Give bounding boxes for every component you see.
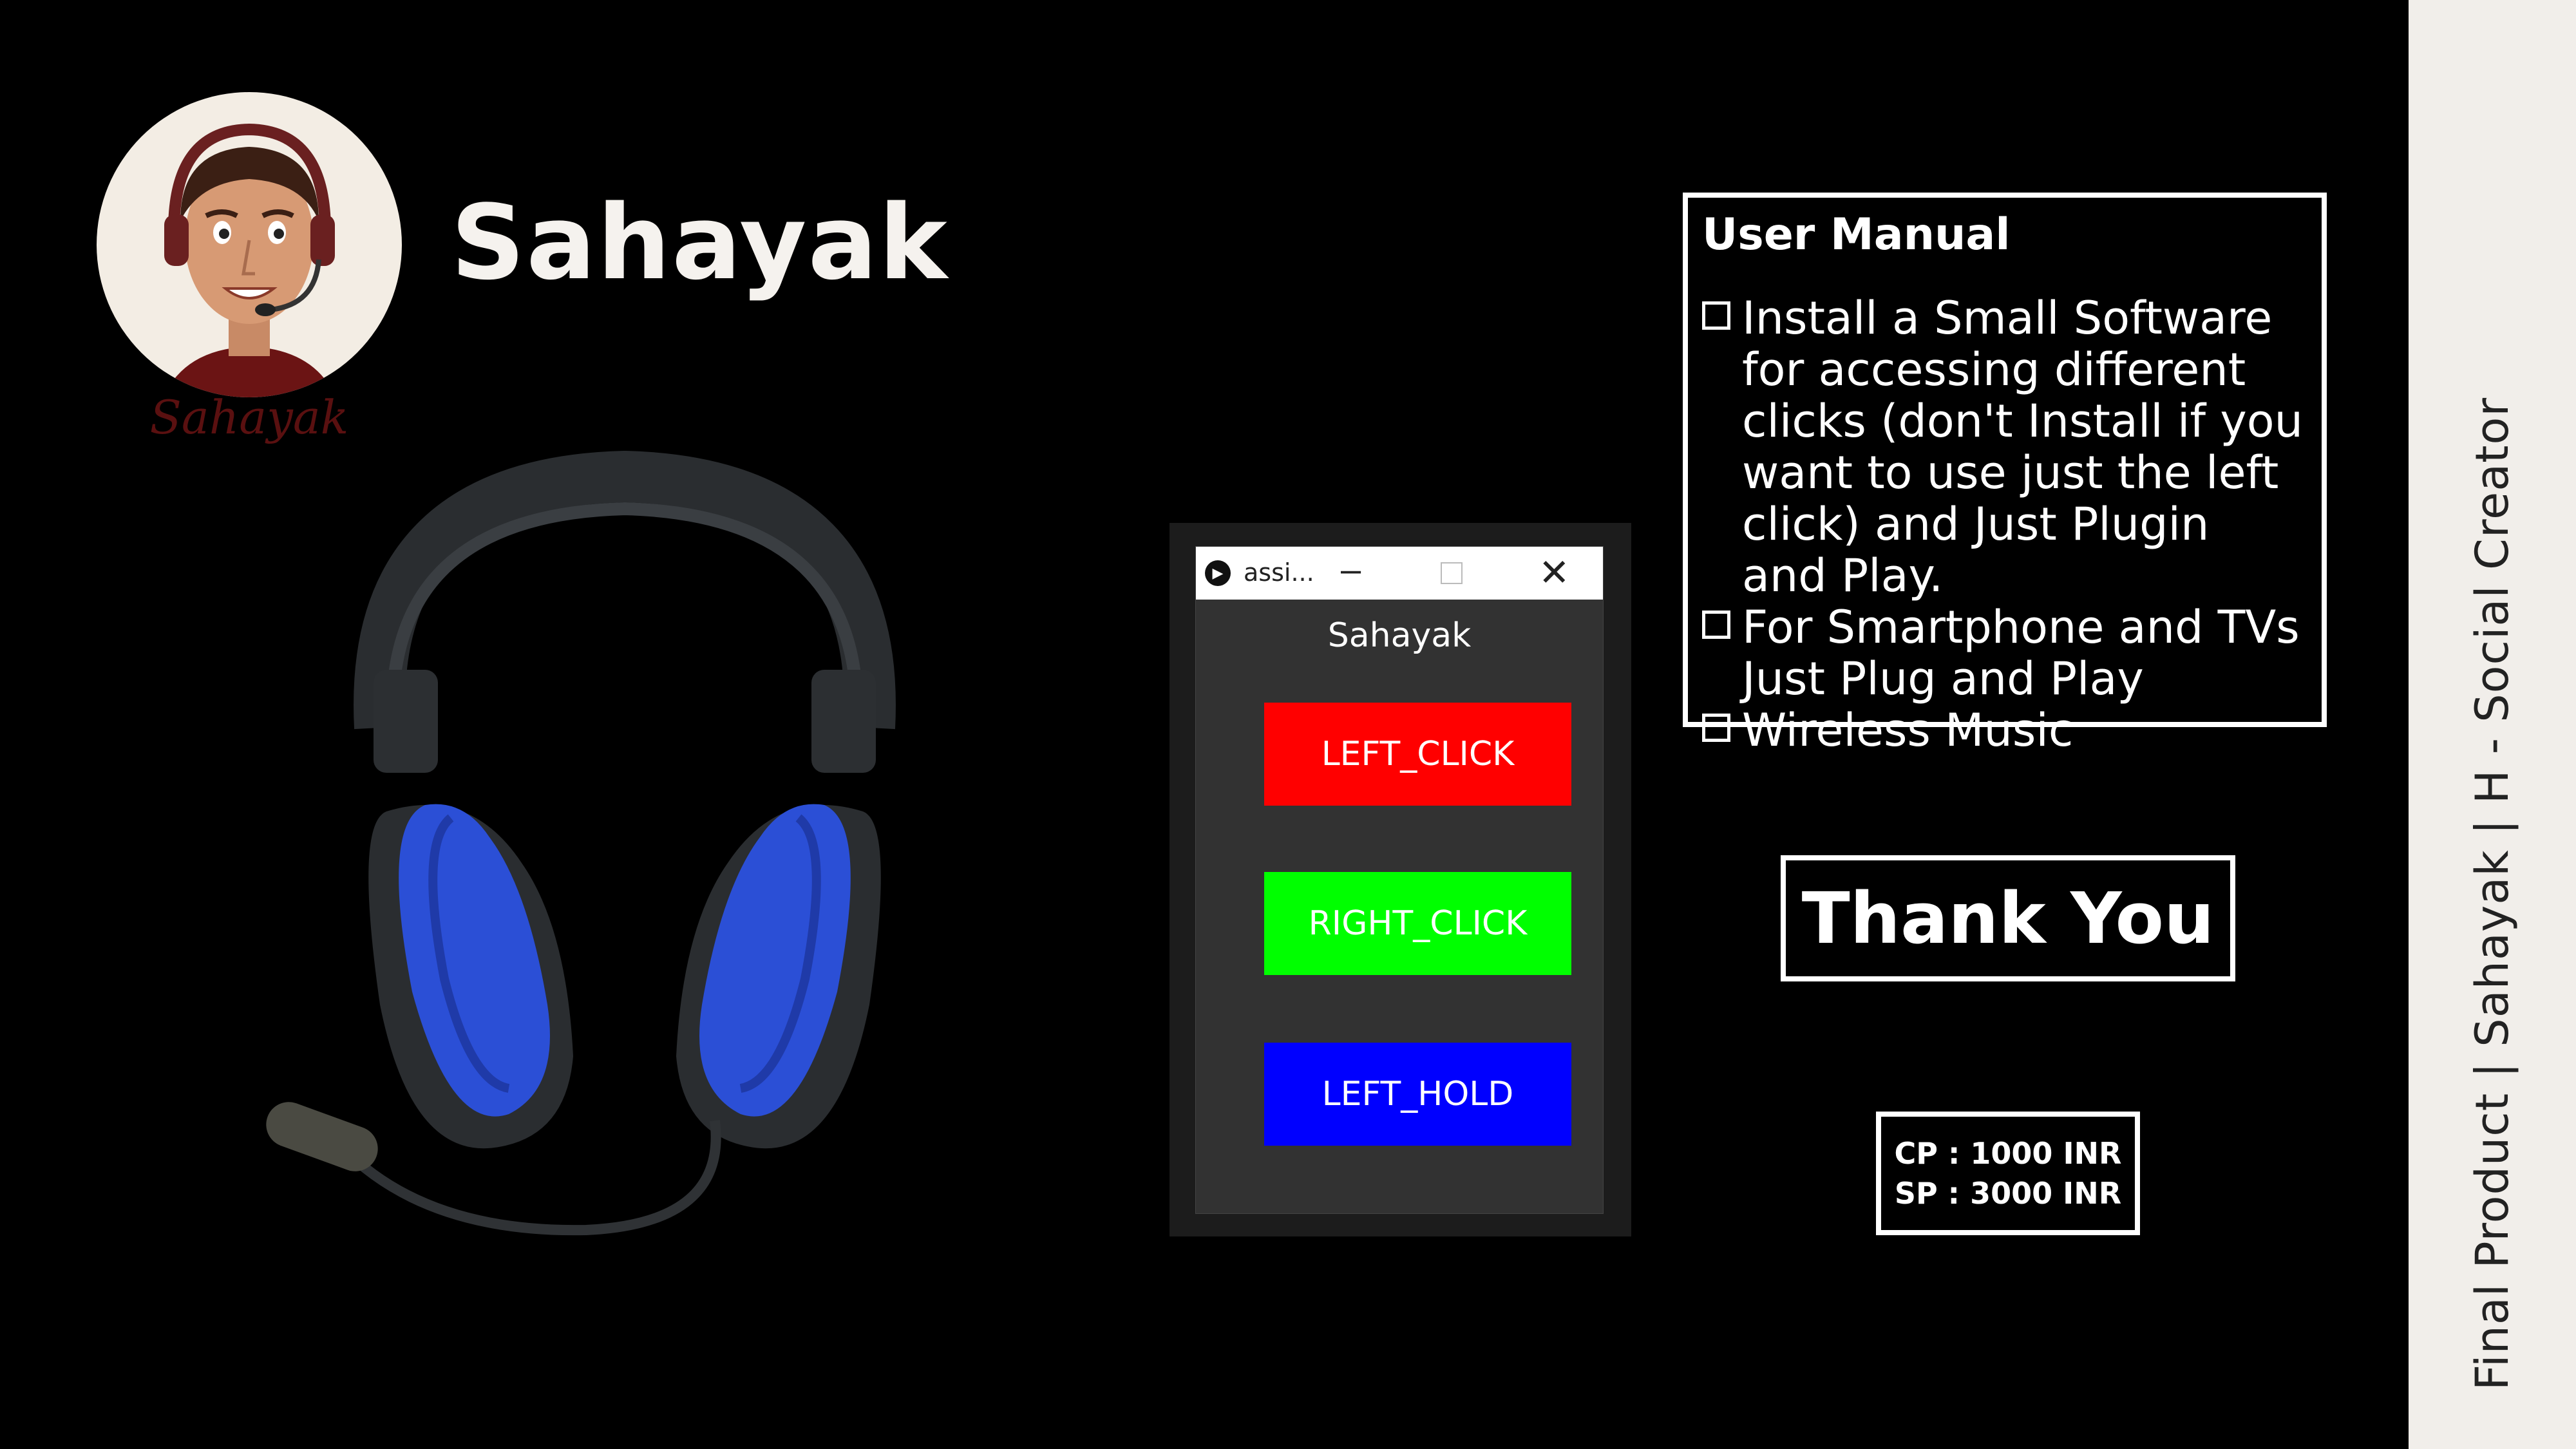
list-item: Wireless Music xyxy=(1702,705,2307,756)
slide: Sahayak Sahayak ▶ assi... – ✕ Sahayak LE… xyxy=(0,0,2409,1449)
cost-price: CP : 1000 INR xyxy=(1894,1136,2122,1171)
manual-list: Install a Small Software for accessing d… xyxy=(1702,292,2307,756)
minimize-icon[interactable]: – xyxy=(1341,548,1361,590)
list-item: Install a Small Software for accessing d… xyxy=(1702,292,2307,601)
window-title: assi... xyxy=(1244,558,1314,587)
headphones-image xyxy=(266,450,896,1236)
side-caption: Final Product | Sahayak | H - Social Cre… xyxy=(2466,397,2519,1391)
checkbox-bullet-icon xyxy=(1702,714,1730,742)
avatar-logo: Sahayak xyxy=(97,92,402,444)
right-click-button[interactable]: RIGHT_CLICK xyxy=(1264,872,1571,975)
manual-title: User Manual xyxy=(1702,209,2011,260)
pricing-box: CP : 1000 INR SP : 3000 INR xyxy=(1876,1112,2140,1235)
selling-price: SP : 3000 INR xyxy=(1894,1176,2122,1211)
play-icon: ▶ xyxy=(1205,560,1231,586)
app-heading: Sahayak xyxy=(1327,616,1472,655)
thank-you-box: Thank You xyxy=(1781,855,2235,981)
user-manual-box: User Manual Install a Small Software for… xyxy=(1683,193,2327,756)
title-bar[interactable]: ▶ assi... – ✕ xyxy=(1196,547,1603,600)
left-hold-button[interactable]: LEFT_HOLD xyxy=(1264,1043,1571,1146)
checkbox-bullet-icon xyxy=(1702,611,1730,639)
checkbox-bullet-icon xyxy=(1702,301,1730,330)
maximize-icon[interactable] xyxy=(1441,562,1463,584)
left-click-button[interactable]: LEFT_CLICK xyxy=(1264,703,1571,806)
list-item: For Smartphone and TVs Just Plug and Pla… xyxy=(1702,601,2307,705)
close-icon[interactable]: ✕ xyxy=(1539,551,1570,594)
brand-title: Sahayak xyxy=(451,182,949,303)
app-window: ▶ assi... – ✕ Sahayak LEFT_CLICK RIGHT_C… xyxy=(1195,546,1604,1214)
